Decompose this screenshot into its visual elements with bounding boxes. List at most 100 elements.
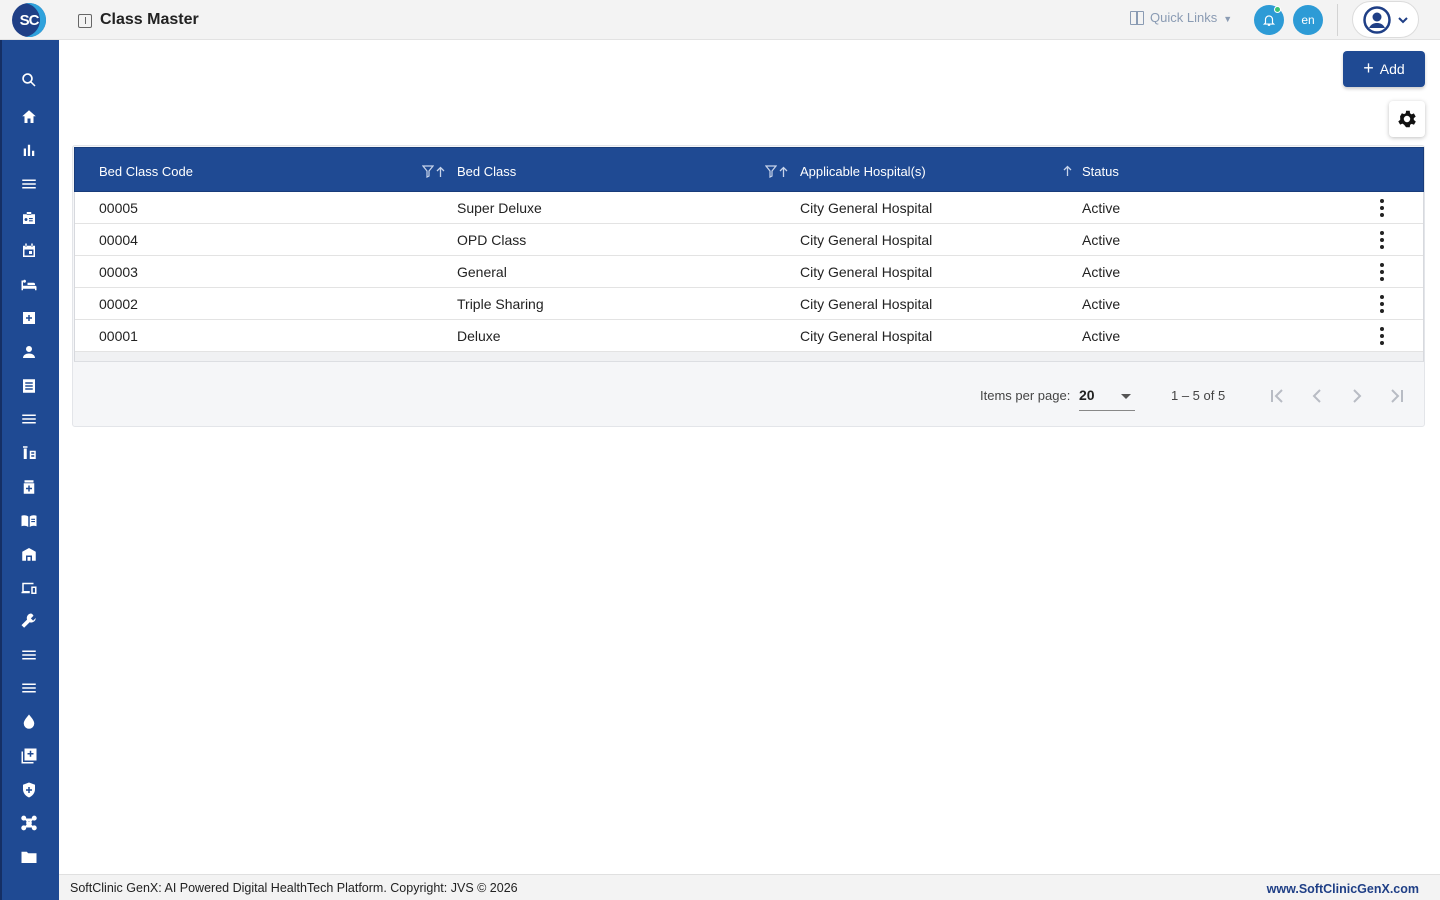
footer: SoftClinic GenX: AI Powered Digital Heal… [59, 874, 1440, 900]
warehouse-icon[interactable] [18, 543, 40, 565]
sort-arrow-up-icon[interactable] [1062, 165, 1073, 177]
table-body: 00005 Super Deluxe City General Hospital… [74, 192, 1424, 352]
cell-bed-class-code: 00002 [99, 296, 138, 312]
add-button[interactable]: + Add [1343, 51, 1425, 87]
drop-icon[interactable] [18, 711, 40, 733]
sort-arrow-up-icon[interactable] [778, 166, 789, 178]
cell-hospital: City General Hospital [800, 200, 933, 216]
app-logo[interactable]: SC [12, 3, 46, 37]
user-avatar-icon [1363, 5, 1391, 34]
data-table-card: Bed Class Code Bed Class Applicable Hosp… [72, 145, 1425, 427]
horizontal-scrollbar[interactable] [74, 352, 1424, 362]
language-button[interactable]: en [1293, 5, 1323, 35]
row-actions-kebab-icon[interactable] [1372, 262, 1392, 282]
lines-alt-icon[interactable] [18, 677, 40, 699]
column-settings-button[interactable] [1389, 101, 1425, 137]
table-row[interactable]: 00004 OPD Class City General Hospital Ac… [75, 224, 1423, 256]
sort-arrow-up-icon[interactable] [435, 166, 446, 178]
cell-bed-class: OPD Class [457, 232, 527, 248]
row-actions-kebab-icon[interactable] [1372, 326, 1392, 346]
cell-bed-class: Deluxe [457, 328, 501, 344]
table-row[interactable]: 00003 General City General Hospital Acti… [75, 256, 1423, 288]
page-range-label: 1 – 5 of 5 [1171, 388, 1226, 403]
page-title: Class Master [100, 11, 199, 28]
chevron-down-icon: ▼ [1223, 14, 1233, 24]
cell-bed-class: General [457, 264, 507, 280]
user-menu-button[interactable] [1352, 1, 1419, 38]
lines-icon[interactable] [18, 644, 40, 666]
first-page-button[interactable] [1265, 384, 1289, 408]
row-actions-kebab-icon[interactable] [1372, 198, 1392, 218]
badge-icon[interactable] [18, 207, 40, 229]
cell-bed-class-code: 00003 [99, 264, 138, 280]
gift-icon [1130, 10, 1144, 25]
cell-bed-class-code: 00001 [99, 328, 138, 344]
add-box-icon[interactable] [18, 745, 40, 767]
receipt-icon[interactable] [18, 375, 40, 397]
medical-kit-icon[interactable] [18, 307, 40, 329]
cell-status: Active [1082, 200, 1121, 216]
column-sort-controls[interactable] [422, 165, 446, 178]
next-page-button[interactable] [1345, 384, 1369, 408]
column-sort-controls[interactable] [1062, 165, 1073, 177]
page-icon [78, 14, 92, 28]
cell-bed-class-code: 00005 [99, 200, 138, 216]
items-per-page-select[interactable]: 20 [1079, 382, 1135, 411]
cell-hospital: City General Hospital [800, 264, 933, 280]
row-actions-kebab-icon[interactable] [1372, 294, 1392, 314]
home-icon[interactable] [18, 106, 40, 128]
search-icon[interactable] [18, 69, 40, 91]
filter-icon[interactable] [422, 165, 434, 178]
first-page-icon [1271, 389, 1283, 403]
pill-bottle-icon[interactable] [18, 476, 40, 498]
column-header-bed-class-code[interactable]: Bed Class Code [99, 164, 193, 179]
shield-icon[interactable] [18, 779, 40, 801]
list-icon[interactable] [18, 408, 40, 430]
table-row[interactable]: 00002 Triple Sharing City General Hospit… [75, 288, 1423, 320]
plus-icon: + [1363, 58, 1374, 78]
menu-book-icon[interactable] [18, 510, 40, 532]
notifications-button[interactable] [1254, 5, 1284, 35]
paginator: Items per page: 20 1 – 5 of 5 [73, 376, 1426, 416]
column-sort-controls[interactable] [765, 165, 789, 178]
quick-links-menu[interactable]: Quick Links ▼ [1130, 10, 1232, 25]
items-per-page-label: Items per page: [980, 388, 1071, 403]
table-row[interactable]: 00005 Super Deluxe City General Hospital… [75, 192, 1423, 224]
previous-page-button[interactable] [1305, 384, 1329, 408]
chevron-down-icon [1398, 16, 1408, 23]
footer-copyright: SoftClinic GenX: AI Powered Digital Heal… [70, 881, 518, 895]
column-header-applicable-hospitals[interactable]: Applicable Hospital(s) [800, 164, 926, 179]
cell-hospital: City General Hospital [800, 232, 933, 248]
last-page-button[interactable] [1385, 384, 1409, 408]
calendar-icon[interactable] [18, 240, 40, 262]
column-header-status[interactable]: Status [1082, 164, 1119, 179]
menu-icon[interactable] [18, 173, 40, 195]
footer-website-link[interactable]: www.SoftClinicGenX.com [1267, 882, 1419, 896]
cell-status: Active [1082, 232, 1121, 248]
last-page-icon [1391, 389, 1403, 403]
cell-status: Active [1082, 264, 1121, 280]
items-per-page-value: 20 [1079, 387, 1095, 403]
table-row[interactable]: 00001 Deluxe City General Hospital Activ… [75, 320, 1423, 352]
add-button-label: Add [1379, 61, 1405, 77]
cell-bed-class: Super Deluxe [457, 200, 542, 216]
chevron-left-icon [1312, 389, 1321, 403]
bed-icon[interactable] [18, 274, 40, 296]
devices-icon[interactable] [18, 577, 40, 599]
medication-icon[interactable] [18, 442, 40, 464]
filter-icon[interactable] [765, 165, 777, 178]
person-icon[interactable] [18, 341, 40, 363]
column-header-bed-class[interactable]: Bed Class [457, 164, 516, 179]
hub-icon[interactable] [18, 812, 40, 834]
chevron-right-icon [1353, 389, 1362, 403]
cell-status: Active [1082, 328, 1121, 344]
wrench-icon[interactable] [18, 610, 40, 632]
cell-bed-class-code: 00004 [99, 232, 138, 248]
cell-hospital: City General Hospital [800, 328, 933, 344]
bell-icon [1262, 15, 1276, 26]
folder-icon[interactable] [18, 846, 40, 868]
row-actions-kebab-icon[interactable] [1372, 230, 1392, 250]
notification-dot [1274, 6, 1281, 13]
quick-links-label: Quick Links [1150, 10, 1218, 25]
bar-chart-icon[interactable] [18, 139, 40, 161]
